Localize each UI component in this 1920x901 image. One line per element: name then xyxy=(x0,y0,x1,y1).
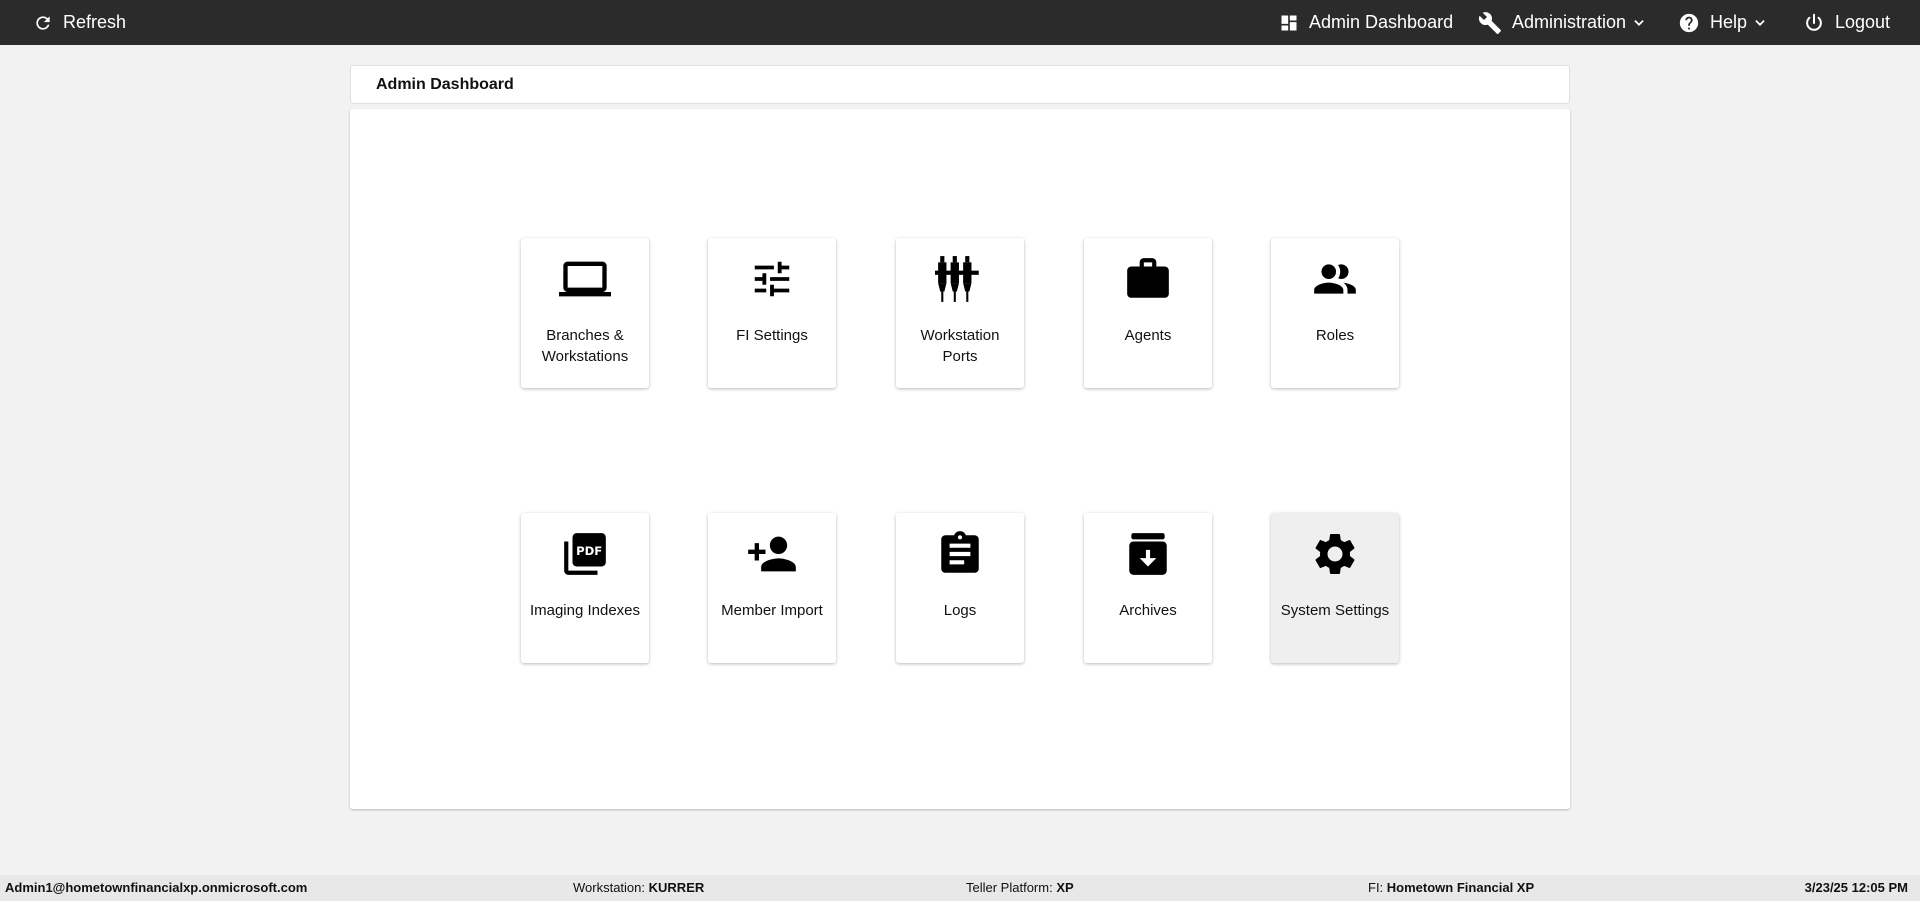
refresh-icon xyxy=(36,15,50,30)
refresh-label: Refresh xyxy=(63,12,127,32)
people-icon xyxy=(1314,264,1356,294)
status-bar: Admin1@hometownfinancialxp.onmicrosoft.c… xyxy=(0,875,1920,901)
footer-workstation: Workstation: KURRER xyxy=(573,875,704,901)
svg-text:PDF: PDF xyxy=(576,544,602,558)
footer-fi: FI: Hometown Financial XP xyxy=(1368,875,1534,901)
footer-platform: Teller Platform: XP xyxy=(966,875,1074,901)
pdf-icon: PDF xyxy=(564,533,606,575)
tile-label: System Settings xyxy=(1280,602,1390,619)
administration-label: Administration xyxy=(1512,12,1627,32)
tune-sliders-icon xyxy=(754,261,790,297)
tile-member-import[interactable]: Member Import xyxy=(708,513,836,663)
tile-logs[interactable]: Logs xyxy=(896,513,1024,663)
tile-label: Agents xyxy=(1124,327,1172,344)
chevron-down-icon xyxy=(1634,19,1644,26)
tile-imaging-indexes[interactable]: PDF Imaging Indexes xyxy=(521,513,649,663)
fi-value: Hometown Financial XP xyxy=(1386,880,1535,895)
gear-icon xyxy=(1315,533,1355,574)
admin-dashboard-label: Admin Dashboard xyxy=(1309,12,1454,32)
laptop-icon xyxy=(559,261,611,297)
help-icon xyxy=(1679,13,1699,32)
dashboard-icon xyxy=(1281,15,1297,30)
archive-icon xyxy=(1129,533,1167,575)
person-add-icon xyxy=(748,536,796,572)
footer-datetime: 3/23/25 12:05 PM xyxy=(1805,875,1908,901)
tile-label: Workstation Ports xyxy=(920,327,1000,365)
fi-label: FI: xyxy=(1368,880,1384,895)
administration-menu[interactable]: Administration xyxy=(1478,0,1646,45)
platform-value: XP xyxy=(1056,880,1074,895)
tile-label: Imaging Indexes xyxy=(529,602,641,619)
tile-roles[interactable]: Roles xyxy=(1271,238,1399,388)
help-label: Help xyxy=(1710,12,1748,32)
dashboard-panel: Branches & Workstations FI Settings Work… xyxy=(350,109,1570,809)
top-navbar: Refresh Admin Dashboard Administration H… xyxy=(0,0,1920,45)
wrench-icon xyxy=(1478,11,1501,34)
user-email: Admin1@hometownfinancialxp.onmicrosoft.c… xyxy=(5,880,308,895)
platform-label: Teller Platform: xyxy=(966,880,1053,895)
tile-fi-settings[interactable]: FI Settings xyxy=(708,238,836,388)
tile-branches-workstations[interactable]: Branches & Workstations xyxy=(521,238,649,388)
tile-label: Branches & Workstations xyxy=(541,327,629,365)
tile-label: Archives xyxy=(1119,602,1177,619)
datetime-value: 3/23/25 12:05 PM xyxy=(1804,880,1908,895)
refresh-button[interactable]: Refresh xyxy=(33,0,126,45)
logout-button[interactable]: Logout xyxy=(1803,0,1890,45)
workstation-label: Workstation: xyxy=(573,880,646,895)
chevron-down-icon xyxy=(1755,19,1765,26)
admin-dashboard-link[interactable]: Admin Dashboard xyxy=(1279,0,1453,45)
workstation-value: KURRER xyxy=(648,880,705,895)
tile-agents[interactable]: Agents xyxy=(1084,238,1212,388)
tile-workstation-ports[interactable]: Workstation Ports xyxy=(896,238,1024,388)
tile-label: Member Import xyxy=(721,602,823,619)
power-icon xyxy=(1806,13,1822,31)
logout-label: Logout xyxy=(1835,12,1891,32)
briefcase-icon xyxy=(1127,258,1169,298)
tile-label: FI Settings xyxy=(736,327,808,344)
tile-label: Logs xyxy=(943,602,977,619)
tile-system-settings[interactable]: System Settings xyxy=(1271,513,1399,663)
help-menu[interactable]: Help xyxy=(1678,0,1767,45)
footer-user: Admin1@hometownfinancialxp.onmicrosoft.c… xyxy=(5,875,307,901)
page-title: Admin Dashboard xyxy=(376,75,514,93)
clipboard-icon xyxy=(941,531,979,573)
tile-archives[interactable]: Archives xyxy=(1084,513,1212,663)
ports-icon xyxy=(935,256,979,302)
page-header: Admin Dashboard xyxy=(350,65,1570,104)
tile-label: Roles xyxy=(1315,327,1355,344)
